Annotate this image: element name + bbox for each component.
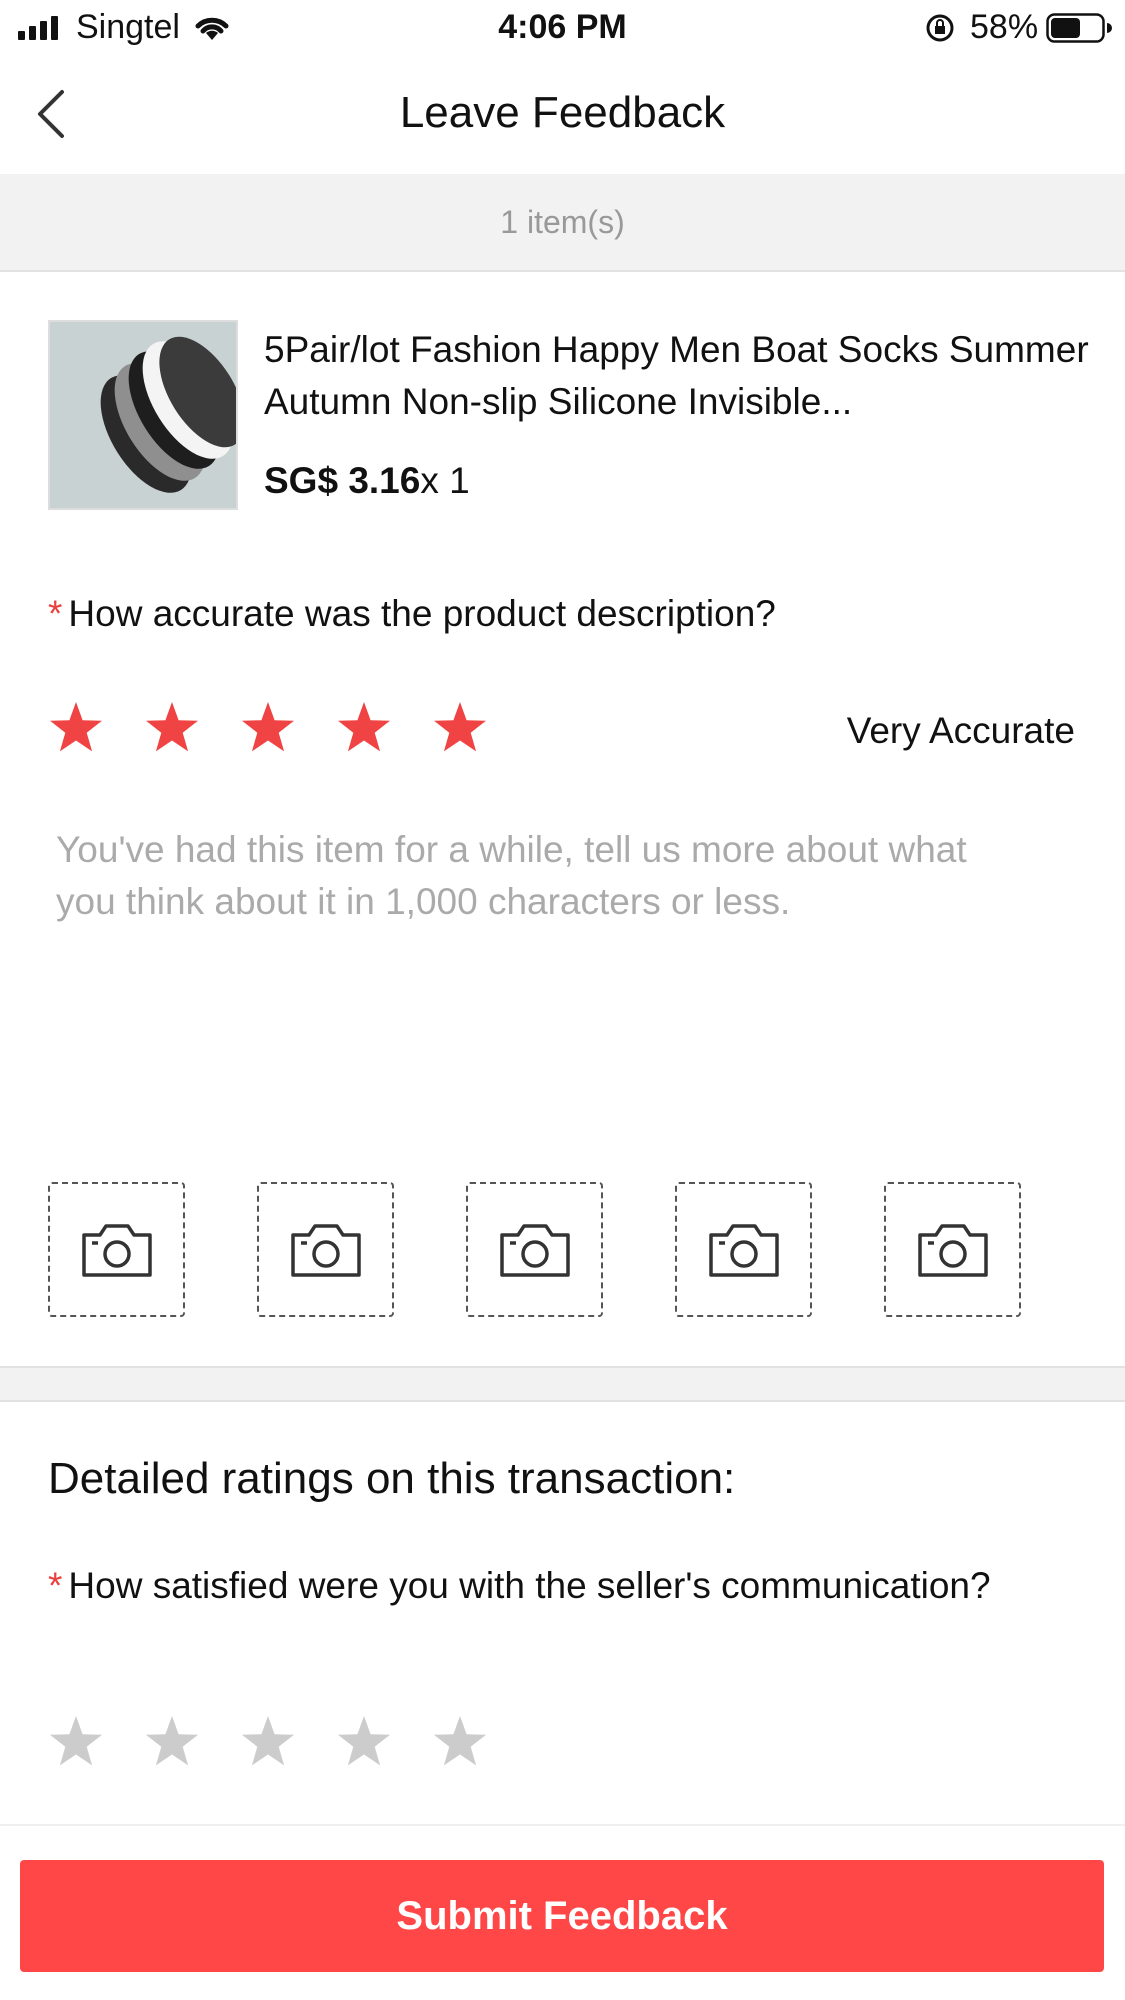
add-photo-button[interactable] xyxy=(257,1182,394,1317)
star-icon[interactable] xyxy=(240,700,296,756)
add-photo-button[interactable] xyxy=(466,1182,603,1317)
status-bar: Singtel 4:06 PM 58% xyxy=(0,0,1125,56)
star-icon[interactable] xyxy=(144,700,200,756)
section-divider xyxy=(0,1366,1125,1402)
add-photo-button[interactable] xyxy=(48,1182,185,1317)
star-icon[interactable] xyxy=(432,1714,488,1770)
communication-question: * How satisfied were you with the seller'… xyxy=(48,1560,1048,1612)
communication-rating-stars xyxy=(48,1714,488,1770)
footer-bar: Submit Feedback xyxy=(0,1824,1125,2000)
star-icon[interactable] xyxy=(48,700,104,756)
description-question: * How accurate was the product descriptio… xyxy=(48,588,776,640)
detailed-ratings-heading: Detailed ratings on this transaction: xyxy=(48,1454,736,1503)
star-icon[interactable] xyxy=(144,1714,200,1770)
nav-bar: Leave Feedback xyxy=(0,56,1125,174)
camera-icon xyxy=(499,1223,570,1277)
submit-feedback-button[interactable]: Submit Feedback xyxy=(20,1860,1104,1972)
feedback-text-area[interactable] xyxy=(56,824,1006,1114)
camera-icon xyxy=(81,1223,152,1277)
required-mark: * xyxy=(48,1565,63,1606)
star-icon[interactable] xyxy=(432,700,488,756)
items-count: 1 item(s) xyxy=(500,204,625,240)
page-title: Leave Feedback xyxy=(399,88,726,137)
product-price: SG$ 3.16 xyxy=(264,460,421,501)
communication-question-text: How satisfied were you with the seller's… xyxy=(68,1565,991,1606)
product-quantity: x 1 xyxy=(420,460,470,501)
photo-upload-row xyxy=(48,1182,1021,1317)
product-name[interactable]: 5Pair/lot Fashion Happy Men Boat Socks S… xyxy=(264,324,1114,428)
star-icon[interactable] xyxy=(336,1714,392,1770)
battery-icon xyxy=(1046,13,1112,43)
star-icon[interactable] xyxy=(48,1714,104,1770)
add-photo-button[interactable] xyxy=(675,1182,812,1317)
camera-icon xyxy=(917,1223,988,1277)
star-icon[interactable] xyxy=(240,1714,296,1770)
product-thumbnail xyxy=(48,320,238,510)
camera-icon xyxy=(708,1223,779,1277)
product-summary: 5Pair/lot Fashion Happy Men Boat Socks S… xyxy=(48,320,1089,512)
items-count-strip: 1 item(s) xyxy=(0,174,1125,272)
camera-icon xyxy=(290,1223,361,1277)
clock: 4:06 PM xyxy=(498,8,627,46)
orientation-lock-icon xyxy=(926,14,954,42)
battery-percent: 58% xyxy=(970,8,1039,46)
required-mark: * xyxy=(48,593,63,634)
description-question-text: How accurate was the product description… xyxy=(68,593,776,634)
star-icon[interactable] xyxy=(336,700,392,756)
add-photo-button[interactable] xyxy=(884,1182,1021,1317)
rating-label: Very Accurate xyxy=(846,710,1075,751)
description-rating-stars xyxy=(48,700,488,756)
price-line: SG$ 3.16x 1 xyxy=(264,460,470,502)
